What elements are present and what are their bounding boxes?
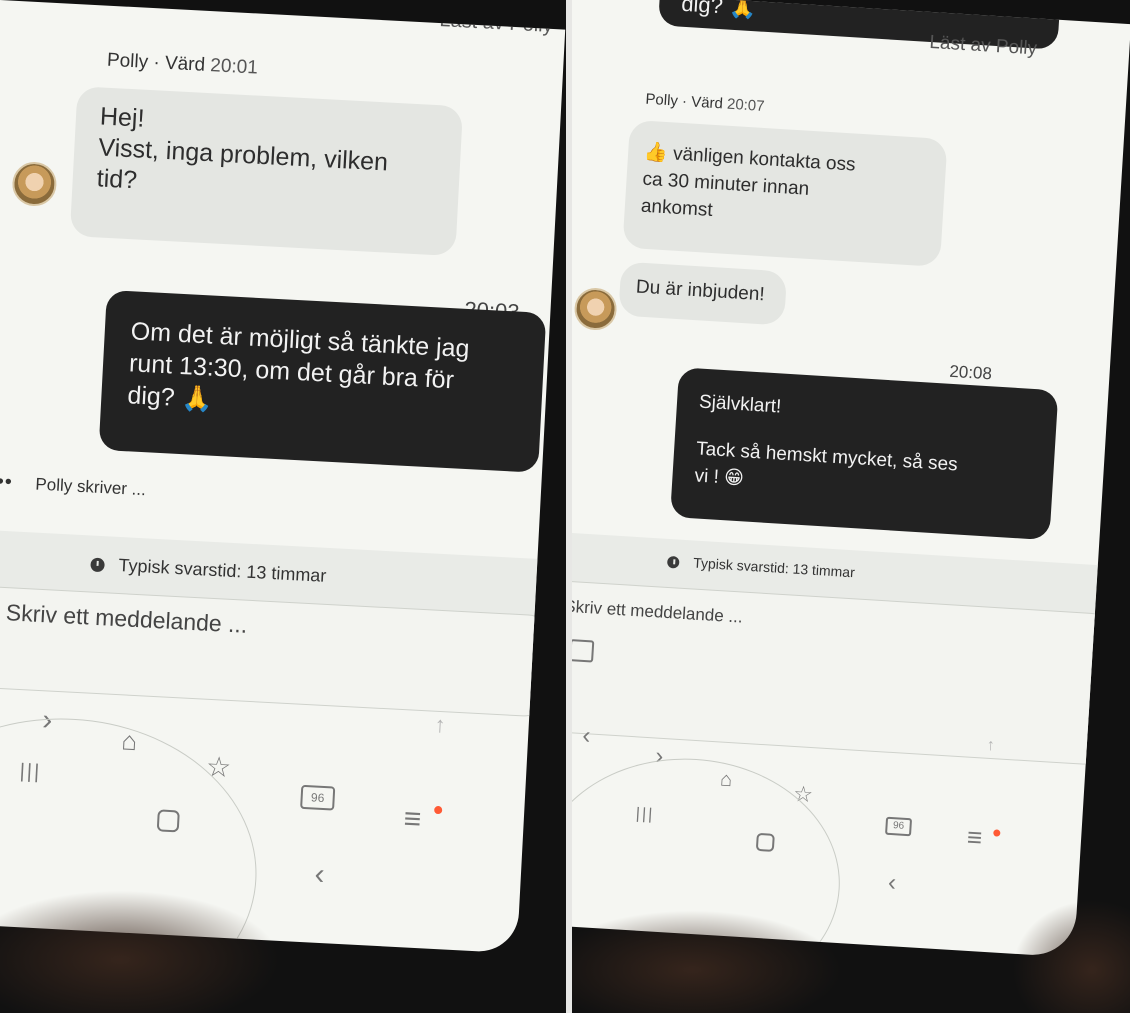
message-time: 20:01 xyxy=(209,55,259,79)
incoming-message-bubble[interactable]: Hej! Visst, inga problem, vilken tid? xyxy=(69,86,464,257)
chat-screen: dig? 🙏 Läst av Polly Polly · Värd 20:07 … xyxy=(572,0,1130,958)
finger-shadow xyxy=(572,910,842,1013)
notification-dot xyxy=(434,805,443,815)
read-receipt-fragment: Läst av Polly xyxy=(438,9,554,37)
chat-screen: Läst av Polly Polly · Värd 20:01 Hej! Vi… xyxy=(0,0,566,954)
message-line: Du är inbjuden! xyxy=(635,276,766,306)
host-avatar[interactable] xyxy=(11,160,58,208)
send-arrow-icon[interactable]: ↑ xyxy=(434,712,446,739)
message-header: Polly · Värd 20:01 xyxy=(106,50,258,80)
home-gesture-icon[interactable] xyxy=(755,832,775,852)
back-gesture-icon[interactable]: ‹ xyxy=(887,869,897,897)
host-avatar[interactable] xyxy=(573,286,618,332)
menu-icon[interactable]: ≡ xyxy=(966,822,983,854)
message-time: 20:07 xyxy=(726,95,766,115)
left-screenshot: Läst av Polly Polly · Värd 20:01 Hej! Vi… xyxy=(0,0,566,1013)
message-time: 20:08 xyxy=(948,361,993,384)
image-attach-icon[interactable] xyxy=(572,639,595,663)
finger-shadow xyxy=(1012,900,1130,1013)
clock-icon xyxy=(90,557,105,573)
tabs-icon[interactable]: 96 xyxy=(885,816,913,837)
message-header: Polly · Värd 20:07 xyxy=(645,91,765,115)
recents-icon[interactable]: ||| xyxy=(19,760,42,784)
sender-name: Polly · Värd xyxy=(644,90,724,113)
menu-icon[interactable]: ≡ xyxy=(403,802,422,837)
back-arrow-icon[interactable]: ‹ xyxy=(582,722,592,750)
clock-icon xyxy=(666,556,680,569)
home-gesture-icon[interactable] xyxy=(156,809,180,833)
finger-shadow xyxy=(0,890,280,1013)
typing-indicator: ••• Polly skriver ... xyxy=(0,470,146,501)
sender-name: Polly · Värd xyxy=(106,49,206,76)
outgoing-message-bubble[interactable]: Självklart! Tack så hemskt mycket, så se… xyxy=(670,367,1059,541)
notification-dot xyxy=(993,829,1001,837)
tabs-icon[interactable]: 96 xyxy=(300,784,336,811)
typing-label: Polly skriver ... xyxy=(34,474,147,500)
message-line: dig? 🙏 xyxy=(680,0,758,21)
right-screenshot: dig? 🙏 Läst av Polly Polly · Värd 20:07 … xyxy=(572,0,1130,1013)
back-gesture-icon[interactable]: ‹ xyxy=(314,858,326,892)
recents-icon[interactable]: ||| xyxy=(635,805,654,824)
incoming-message-bubble[interactable]: 👍 vänligen kontakta oss ca 30 minuter in… xyxy=(622,119,948,267)
outgoing-message-bubble[interactable]: Om det är möjligt så tänkte jag runt 13:… xyxy=(98,289,547,473)
typing-dots-icon: ••• xyxy=(0,470,14,494)
send-arrow-icon[interactable]: ↑ xyxy=(986,737,995,755)
incoming-message-bubble[interactable]: Du är inbjuden! xyxy=(618,261,788,326)
